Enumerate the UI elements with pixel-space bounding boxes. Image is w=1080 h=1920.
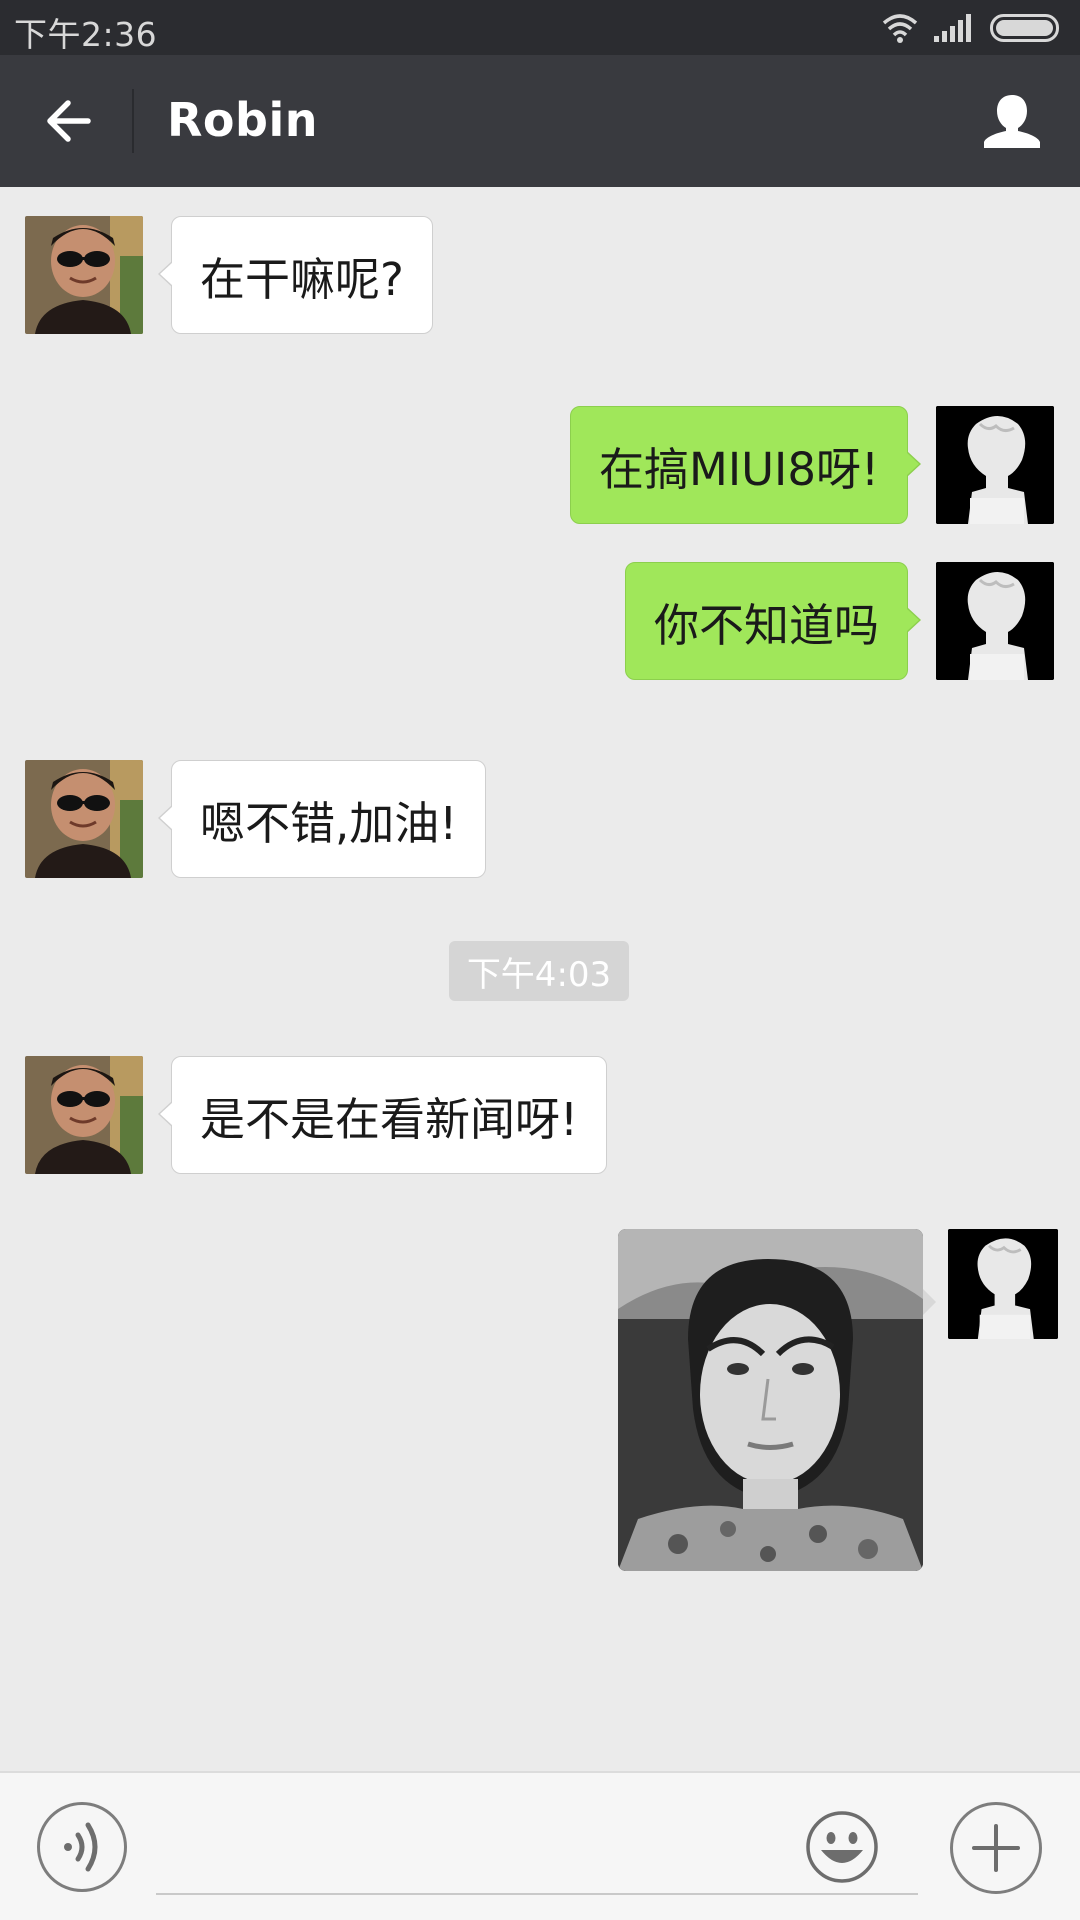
smiley-icon [806, 1811, 878, 1883]
avatar-me-image [936, 406, 1054, 524]
time-divider: 下午4:03 [449, 941, 629, 1001]
avatar-robin-image [25, 216, 143, 334]
wifi-icon [882, 14, 918, 43]
person-icon [984, 95, 1040, 148]
chat-header: Robin [0, 55, 1080, 187]
back-button[interactable] [36, 89, 100, 153]
image-message[interactable] [618, 1229, 923, 1571]
avatar-me[interactable] [936, 406, 1054, 524]
more-button[interactable] [950, 1802, 1042, 1894]
message-bubble-outgoing[interactable]: 在搞MIUI8呀! [570, 406, 921, 524]
message-bubble-outgoing[interactable]: 你不知道吗 [624, 562, 922, 680]
avatar-me-image [936, 562, 1054, 680]
input-bar [0, 1771, 1080, 1920]
message-bubble-incoming[interactable]: 是不是在看新闻呀! [157, 1056, 608, 1174]
message-text: 你不知道吗 [653, 598, 879, 652]
voice-icon [64, 1822, 98, 1872]
photo-image [618, 1229, 923, 1571]
message-bubble-incoming[interactable]: 嗯不错,加油! [157, 760, 487, 878]
header-divider [132, 89, 134, 153]
contact-profile-button[interactable] [974, 85, 1050, 157]
avatar-me-image [948, 1229, 1058, 1339]
message-text: 在干嘛呢? [200, 252, 404, 306]
signal-icon [934, 14, 971, 42]
battery-icon [990, 14, 1059, 42]
message-text: 在搞MIUI8呀! [599, 442, 879, 496]
avatar-robin[interactable] [25, 760, 143, 878]
avatar-robin[interactable] [25, 216, 143, 334]
avatar-me[interactable] [948, 1229, 1058, 1339]
voice-button[interactable] [37, 1802, 127, 1892]
plus-icon [972, 1824, 1020, 1872]
message-text: 嗯不错,加油! [200, 796, 458, 850]
status-time: 下午2:36 [14, 15, 158, 54]
status-icons [882, 10, 1062, 46]
chat-title: Robin [167, 93, 318, 147]
message-list[interactable]: 在干嘛呢? 在搞MIUI8呀! 你不知道吗 嗯不错,加油! 下午4:03 是不是… [0, 187, 1080, 1771]
avatar-robin[interactable] [25, 1056, 143, 1174]
arrow-left-icon [47, 100, 91, 142]
emoji-button[interactable] [804, 1809, 880, 1885]
avatar-robin-image [25, 1056, 143, 1174]
image-bubble-tail [923, 1289, 936, 1315]
avatar-me[interactable] [936, 562, 1054, 680]
message-text: 是不是在看新闻呀! [200, 1092, 579, 1146]
avatar-robin-image [25, 760, 143, 878]
message-bubble-incoming[interactable]: 在干嘛呢? [158, 216, 433, 334]
status-bar: 下午2:36 [0, 0, 1080, 55]
